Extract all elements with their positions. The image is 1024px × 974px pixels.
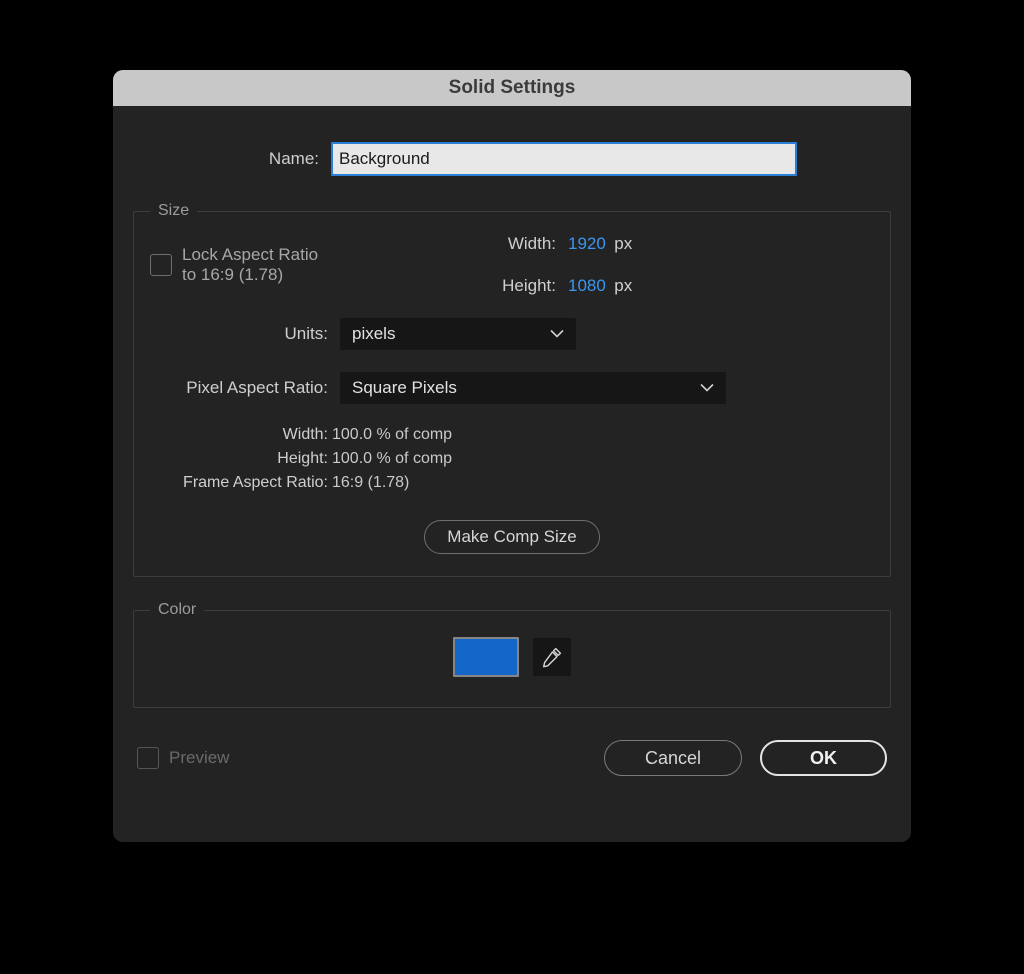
preview-wrap: Preview (137, 747, 229, 769)
lock-aspect-wrap: Lock Aspect Ratio to 16:9 (1.78) (150, 245, 332, 285)
units-label: Units: (150, 324, 332, 344)
par-label: Pixel Aspect Ratio: (150, 378, 332, 398)
height-value-wrap: 1080 px (568, 276, 874, 296)
preview-checkbox[interactable] (137, 747, 159, 769)
dialog-titlebar: Solid Settings (113, 70, 911, 106)
color-row (150, 633, 874, 685)
info-height-value: 100.0 % of comp (332, 450, 874, 468)
name-row: Name: (133, 142, 891, 176)
size-grid: Width: 1920 px Lock Aspect Ratio to 16:9… (150, 234, 874, 404)
width-label: Width: (340, 234, 560, 254)
par-value: Square Pixels (352, 378, 457, 398)
info-width-label: Width: (150, 426, 332, 444)
width-value[interactable]: 1920 (568, 234, 606, 253)
lock-aspect-checkbox[interactable] (150, 254, 172, 276)
info-width-value: 100.0 % of comp (332, 426, 874, 444)
dialog-footer: Preview Cancel OK (133, 740, 891, 776)
color-swatch[interactable] (453, 637, 519, 677)
size-group: Size Width: 1920 px Lock Aspect Ratio to… (133, 202, 891, 577)
far-label: Frame Aspect Ratio: (150, 474, 332, 492)
dialog-title: Solid Settings (449, 77, 576, 99)
par-select[interactable]: Square Pixels (340, 372, 726, 404)
height-value[interactable]: 1080 (568, 276, 606, 295)
solid-settings-dialog: Solid Settings Name: Size Width: 1920 px… (113, 70, 911, 842)
color-group: Color (133, 601, 891, 708)
lock-aspect-label: Lock Aspect Ratio to 16:9 (1.78) (182, 245, 332, 285)
info-height-label: Height: (150, 450, 332, 468)
size-info: Width: 100.0 % of comp Height: 100.0 % o… (150, 426, 874, 492)
ok-button[interactable]: OK (760, 740, 887, 776)
width-value-wrap: 1920 px (568, 234, 874, 254)
chevron-down-icon (550, 330, 564, 339)
height-unit: px (614, 276, 632, 295)
units-value: pixels (352, 324, 395, 344)
make-comp-size-button[interactable]: Make Comp Size (424, 520, 599, 554)
height-label: Height: (340, 276, 560, 296)
units-select[interactable]: pixels (340, 318, 576, 350)
preview-label: Preview (169, 748, 229, 768)
width-unit: px (614, 234, 632, 253)
eyedropper-button[interactable] (533, 638, 571, 676)
cancel-button[interactable]: Cancel (604, 740, 742, 776)
chevron-down-icon (700, 384, 714, 393)
size-group-label: Size (150, 202, 197, 220)
dialog-content: Name: Size Width: 1920 px Lock Aspect Ra… (113, 106, 911, 776)
name-input[interactable] (331, 142, 797, 176)
color-group-label: Color (150, 601, 204, 619)
far-value: 16:9 (1.78) (332, 474, 874, 492)
eyedropper-icon (541, 646, 563, 668)
name-label: Name: (133, 149, 331, 169)
